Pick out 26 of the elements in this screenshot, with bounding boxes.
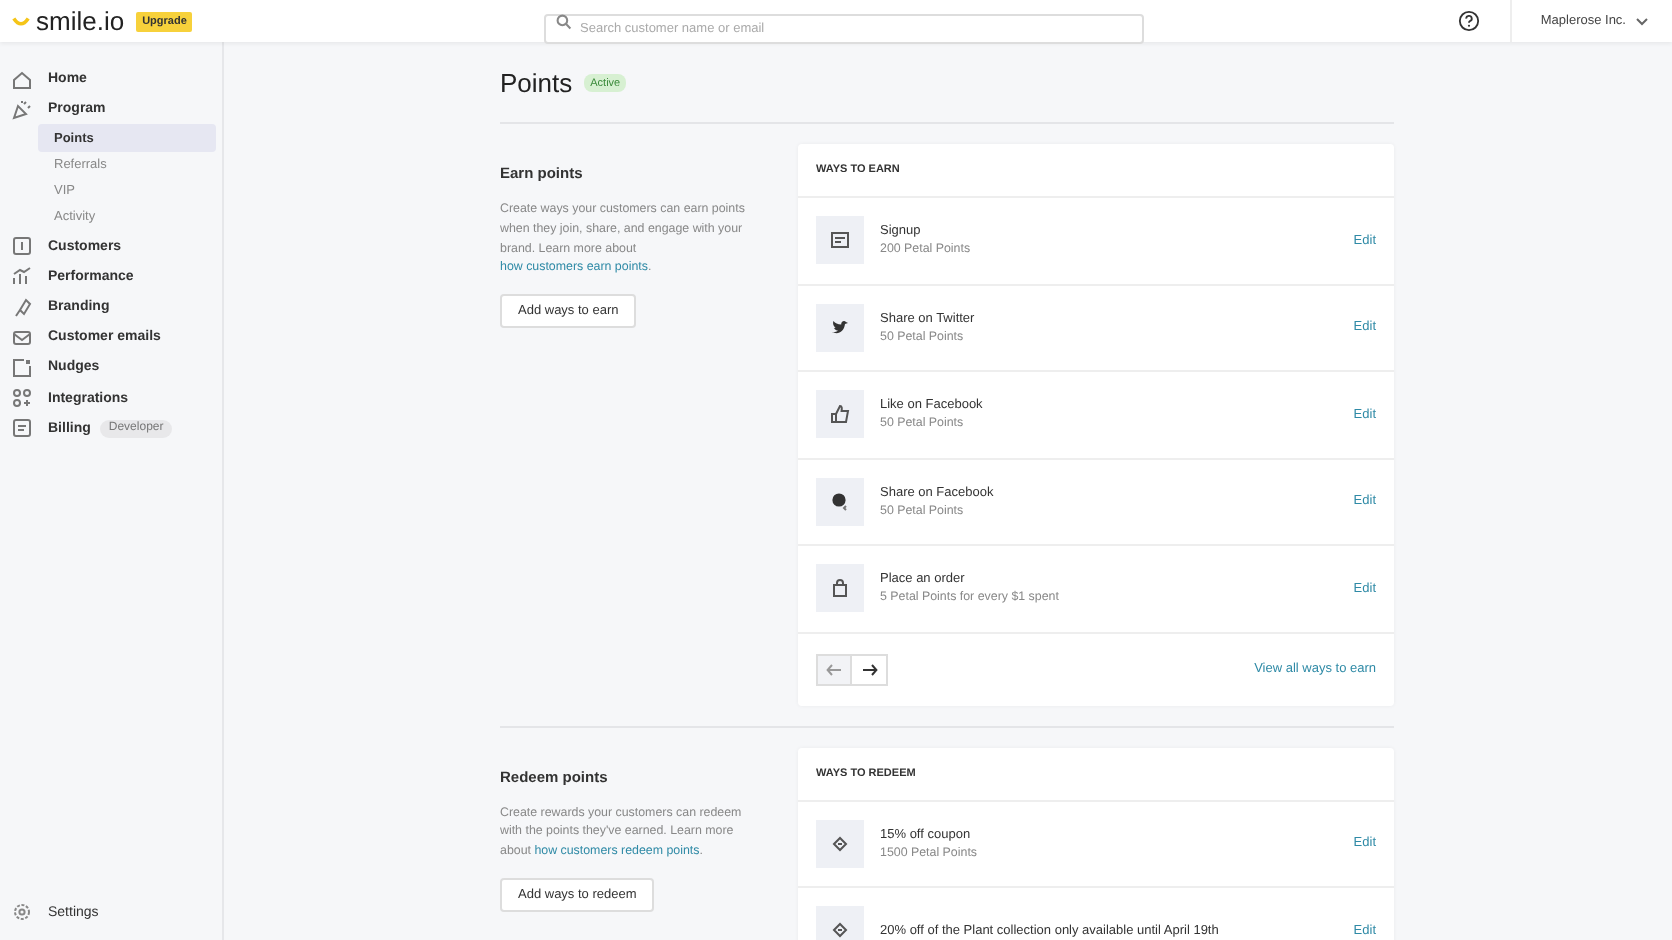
help-icon[interactable] [1458,10,1481,32]
logo-text: smile.io [36,6,125,36]
page-title: Points [500,68,573,98]
search-icon [556,13,572,29]
billing-icon [12,418,32,439]
next-button[interactable] [852,653,888,685]
settings-icon [12,902,32,923]
arrow-right-icon [861,663,877,675]
form-icon [816,216,864,265]
coupon-icon [816,906,864,940]
program-icon [12,99,32,120]
arrow-left-icon [826,663,842,675]
thumbs-up-icon [816,390,864,439]
integrations-icon [12,388,32,409]
customers-icon [12,236,32,257]
home-icon [12,69,32,90]
branding-icon [12,297,32,318]
coupon-icon [816,819,864,868]
twitter-icon [816,303,864,352]
chevron-down-icon [1636,17,1648,25]
facebook-share-icon [816,477,864,526]
shopping-bag-icon [816,564,864,613]
email-icon [12,327,32,348]
nudges-icon [12,357,32,378]
smile-logo-icon [12,15,30,27]
performance-icon [12,266,32,287]
